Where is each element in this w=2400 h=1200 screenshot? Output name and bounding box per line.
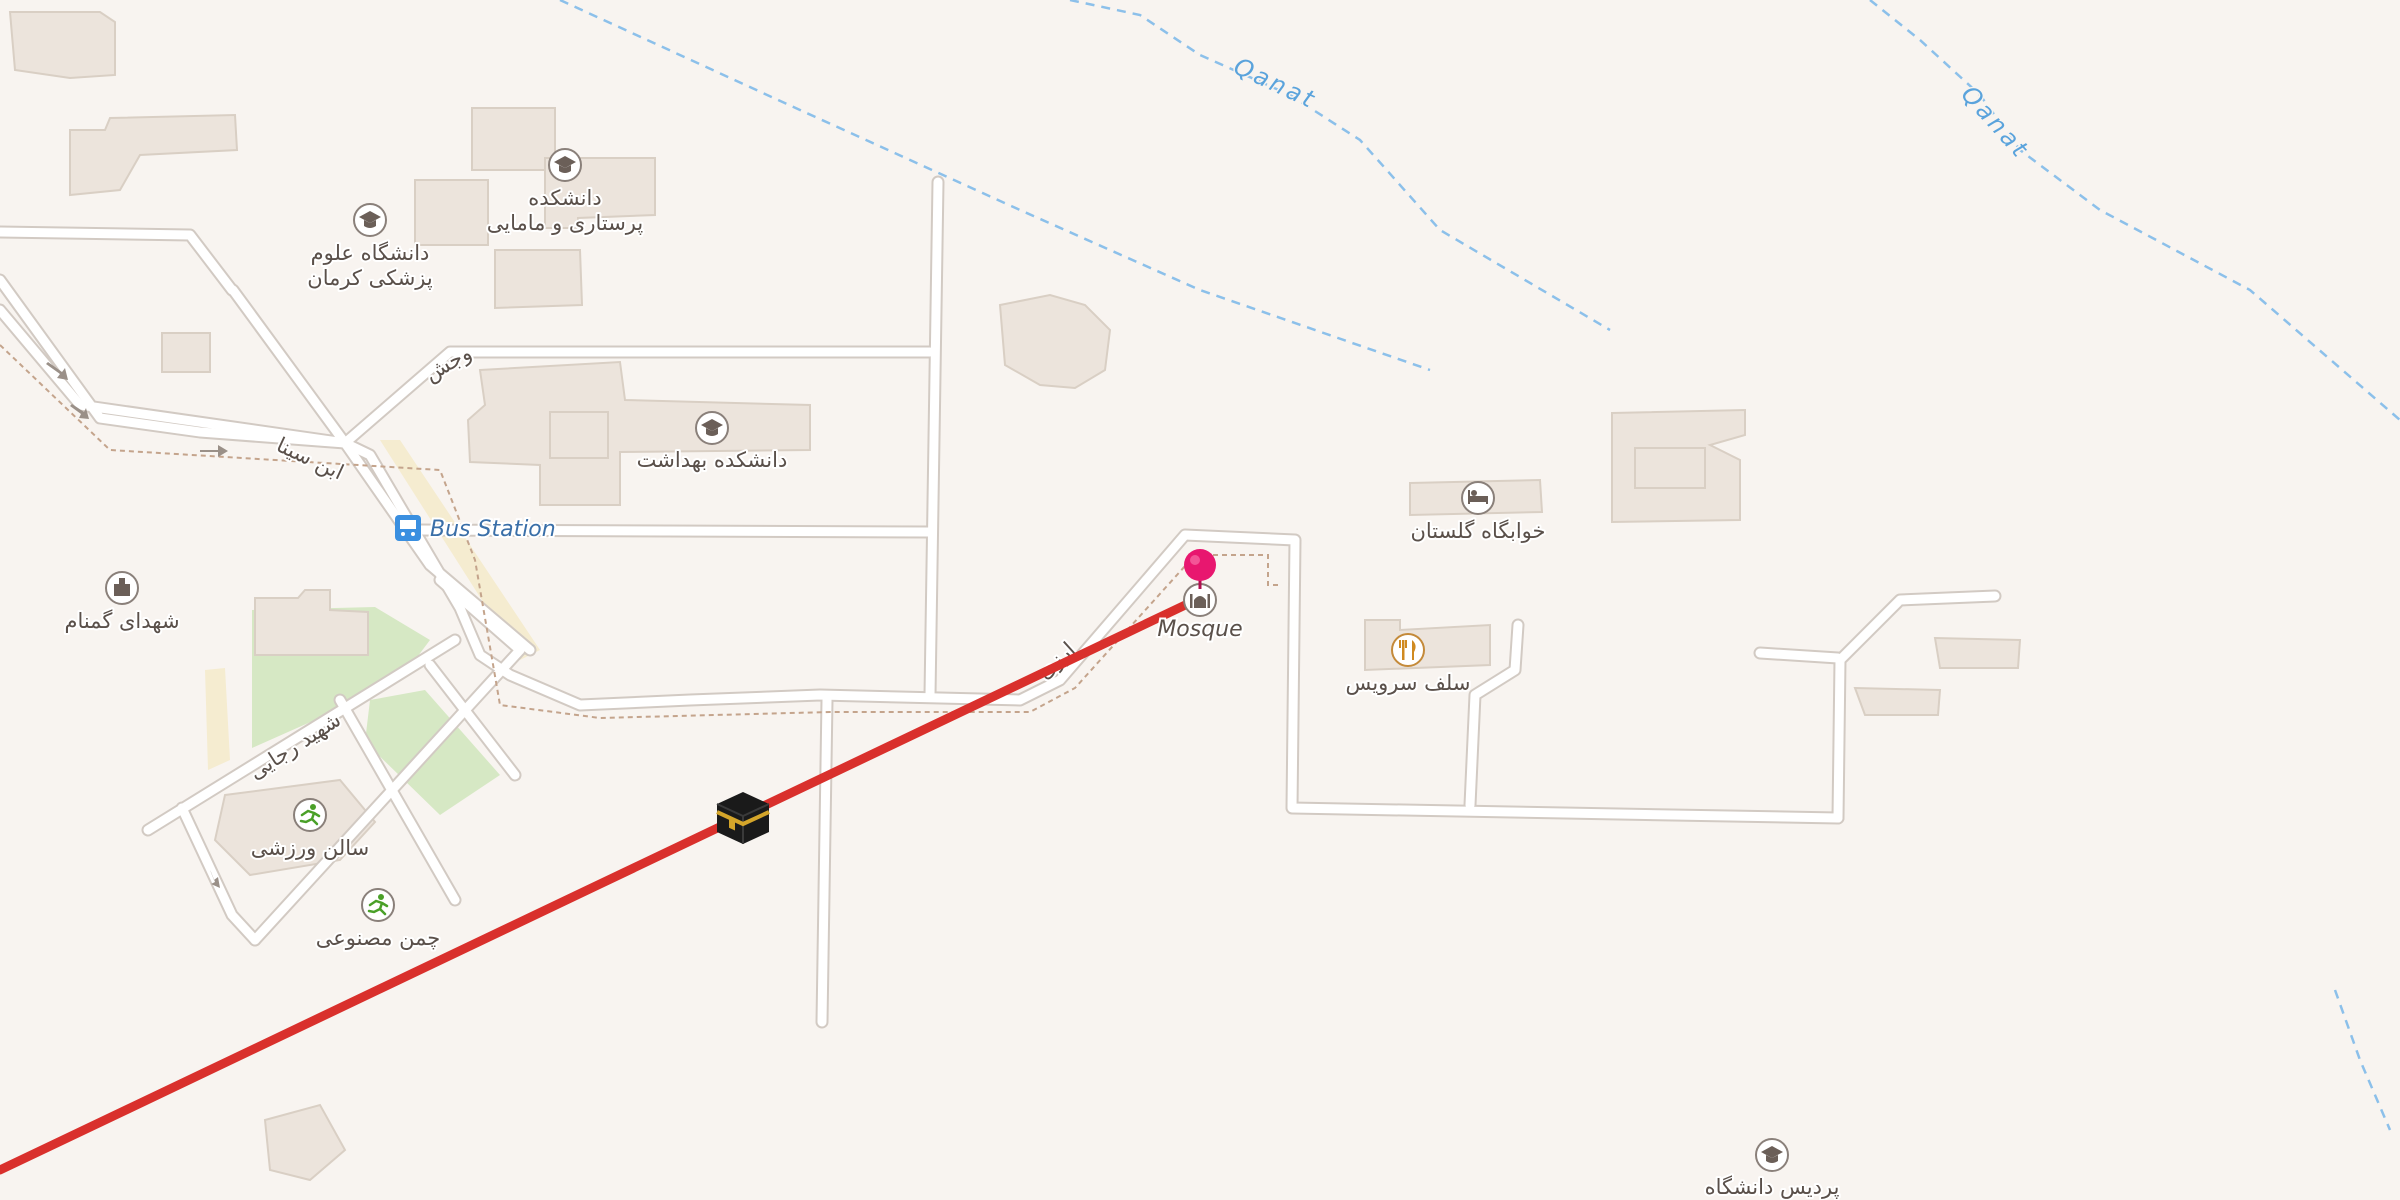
running-person-icon bbox=[293, 798, 327, 832]
poi-university-campus[interactable]: پردیس دانشگاه bbox=[1703, 1138, 1842, 1200]
bed-icon bbox=[1461, 481, 1495, 515]
poi-label: دانشکده بهداشت bbox=[637, 448, 788, 472]
poi-shohada[interactable]: شهدای گمنام bbox=[62, 571, 182, 635]
poi-artificial-turf[interactable]: چمن مصنوعی bbox=[314, 888, 442, 952]
running-person-icon bbox=[361, 888, 395, 922]
kaaba-icon[interactable] bbox=[716, 792, 770, 844]
destination-pin[interactable] bbox=[1184, 549, 1216, 589]
poi-label: چمن مصنوعی bbox=[316, 926, 440, 950]
buildings bbox=[8, 11, 2022, 1182]
graduation-cap-icon bbox=[1755, 1138, 1789, 1172]
poi-label: Mosque bbox=[1157, 617, 1242, 642]
poi-label: دانشگاه علوم پزشکی کرمان bbox=[307, 241, 433, 290]
fork-knife-icon bbox=[1391, 633, 1425, 667]
qanat-label-1: Qanat bbox=[1228, 51, 1323, 117]
memorial-icon bbox=[105, 571, 139, 605]
poi-label: Bus Station bbox=[430, 517, 556, 542]
qanat-lines bbox=[559, 0, 2400, 1131]
qanat-label-2: Qanat bbox=[1954, 79, 2037, 166]
poi-label: خوابگاه گلستان bbox=[1410, 519, 1545, 543]
poi-label: شهدای گمنام bbox=[64, 609, 179, 633]
svg-text:Qanat: Qanat bbox=[1229, 52, 1321, 115]
poi-label: سالن ورزشی bbox=[251, 836, 370, 860]
svg-text:Qanat: Qanat bbox=[1956, 80, 2036, 164]
graduation-cap-icon bbox=[353, 203, 387, 237]
graduation-cap-icon bbox=[695, 411, 729, 445]
graduation-cap-icon bbox=[548, 148, 582, 182]
poi-label: پردیس دانشگاه bbox=[1705, 1175, 1840, 1199]
bus-icon bbox=[395, 515, 421, 541]
route-line[interactable] bbox=[0, 593, 1205, 1175]
poi-bus-station[interactable]: Bus Station bbox=[395, 515, 558, 544]
poi-label: سلف سرویس bbox=[1346, 671, 1471, 695]
map-canvas[interactable]: Qanat Qanat وجش ابن سینا شهید رجایی ارزی… bbox=[0, 0, 2400, 1200]
